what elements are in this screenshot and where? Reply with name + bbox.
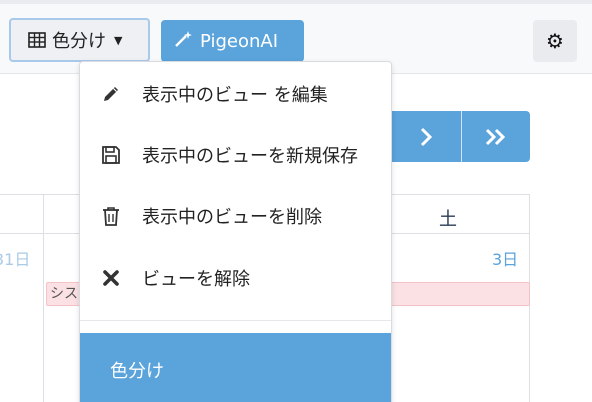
menu-item-label: ビューを解除 — [142, 269, 250, 290]
trash-icon — [80, 206, 140, 226]
calendar-col-divider — [43, 194, 44, 402]
view-button-label: 色分け — [52, 31, 106, 52]
menu-item-label: 表示中のビュー を編集 — [142, 85, 328, 106]
menu-item-label: 表示中のビューを新規保存 — [142, 146, 358, 167]
table-icon — [28, 32, 46, 48]
view-dropdown-button[interactable]: 色分け ▼ — [9, 18, 150, 62]
next-year-button[interactable] — [460, 111, 531, 162]
save-icon — [80, 145, 140, 165]
calendar-nav — [392, 111, 530, 162]
weekday-header-saturday: 土 — [439, 209, 457, 230]
menu-item-label: 色分け — [110, 361, 164, 382]
settings-button[interactable]: ⚙ — [533, 20, 577, 62]
pigeonai-button[interactable]: PigeonAI — [161, 20, 304, 62]
pencil-icon — [80, 84, 140, 104]
x-icon — [80, 269, 140, 287]
chevron-right-icon — [421, 127, 433, 146]
menu-item-save-view[interactable]: 表示中のビューを新規保存 — [80, 133, 391, 177]
menu-item-edit-view[interactable]: 表示中のビュー を編集 — [80, 72, 391, 116]
date-prev-month[interactable]: 31日 — [0, 246, 30, 270]
menu-item-label: 表示中のビューを削除 — [142, 207, 322, 228]
next-month-button[interactable] — [392, 111, 461, 162]
menu-item-delete-view[interactable]: 表示中のビューを削除 — [80, 194, 391, 238]
menu-divider — [80, 320, 391, 321]
caret-down-icon: ▼ — [114, 33, 123, 47]
gear-icon: ⚙ — [546, 29, 564, 53]
pigeonai-label: PigeonAI — [200, 30, 279, 52]
double-chevron-right-icon — [485, 128, 505, 145]
view-dropdown-menu: 表示中のビュー を編集 表示中のビューを新規保存 表示中のビューを削除 ビューを… — [79, 61, 392, 402]
menu-item-color-view[interactable]: 色分け — [80, 333, 391, 402]
magic-wand-icon — [174, 30, 194, 52]
date-saturday[interactable]: 3日 — [492, 246, 518, 270]
menu-item-clear-view[interactable]: ビューを解除 — [80, 256, 391, 300]
